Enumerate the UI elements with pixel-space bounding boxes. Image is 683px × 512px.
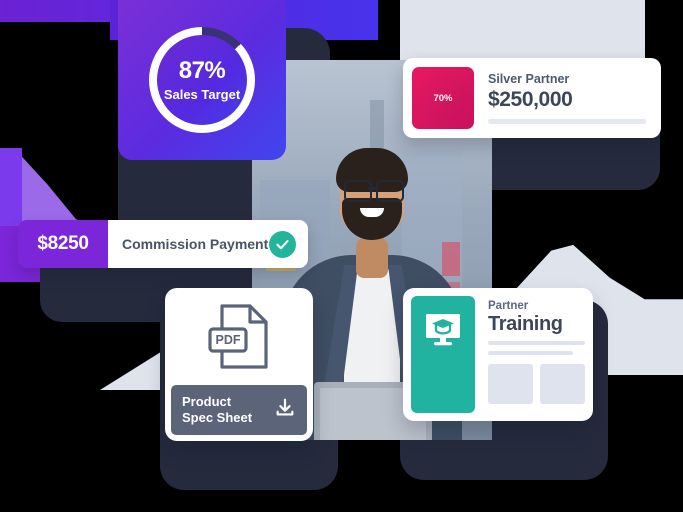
- pdf-file-icon: PDF: [206, 301, 272, 378]
- spec-sheet-title-line1: Product: [182, 393, 232, 409]
- sales-target-card[interactable]: 87% Sales Target: [118, 0, 286, 160]
- training-placeholder-box: [488, 363, 533, 404]
- partner-training-title: Training: [488, 312, 563, 335]
- training-placeholder-box: [540, 363, 585, 404]
- product-spec-sheet-download-bar[interactable]: Product Spec Sheet: [171, 385, 307, 435]
- silver-partner-progress-bar: [488, 118, 646, 124]
- monitor-graduation-cap-icon: [411, 296, 475, 413]
- product-spec-sheet-title: Product Spec Sheet: [182, 394, 252, 427]
- commission-amount: $8250: [18, 220, 108, 268]
- pdf-file-type-label: PDF: [215, 333, 241, 347]
- training-placeholder-line: [488, 340, 585, 345]
- silver-partner-gauge-tile: 70%: [412, 67, 474, 129]
- silver-partner-gauge-percent: 70%: [433, 92, 453, 104]
- silver-partner-tier-label: Silver Partner: [488, 72, 570, 87]
- commission-payment-card[interactable]: $8250 Commission Payment: [18, 220, 308, 268]
- silver-partner-card[interactable]: 70% Silver Partner $250,000: [403, 58, 661, 138]
- sales-target-percent: 87%: [178, 56, 226, 84]
- training-placeholder-line: [488, 350, 574, 355]
- silver-partner-amount: $250,000: [488, 88, 573, 112]
- hero-illustration: 87% Sales Target 70% Silver Partner $250…: [0, 0, 683, 512]
- download-icon[interactable]: [274, 397, 296, 424]
- partner-training-card[interactable]: Partner Training: [403, 288, 593, 421]
- commission-label: Commission Payment: [122, 236, 269, 252]
- sales-target-gauge: 87% Sales Target: [149, 27, 255, 133]
- check-circle-icon: [269, 230, 296, 258]
- sales-target-label: Sales Target: [163, 86, 241, 102]
- spec-sheet-title-line2: Spec Sheet: [182, 410, 253, 425]
- partner-training-subtitle: Partner: [488, 300, 529, 312]
- product-spec-sheet-card[interactable]: PDF Product Spec Sheet: [165, 288, 313, 441]
